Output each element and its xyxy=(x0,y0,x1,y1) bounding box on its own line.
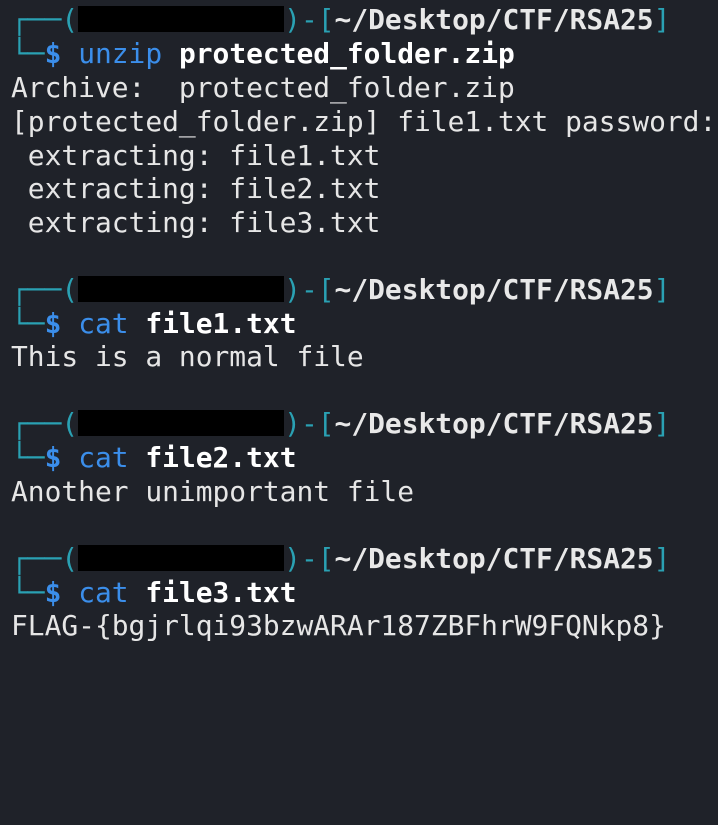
prompt-frame-top: ┌──( xyxy=(11,407,79,440)
prompt-frame-mid: )-[ xyxy=(284,542,335,575)
prompt-header: ┌──( )-[~/Desktop/CTF/RSA25] xyxy=(11,273,670,307)
prompt-dollar: $ xyxy=(44,441,79,474)
prompt-frame-bottom: └─ xyxy=(11,576,45,609)
prompt-frame-bottom: └─ xyxy=(11,37,45,70)
output-line: extracting: file3.txt xyxy=(11,206,381,239)
prompt-frame-end: ] xyxy=(653,542,671,575)
output-line: [protected_folder.zip] file1.txt passwor… xyxy=(11,105,717,138)
prompt-path: ~/Desktop/CTF/RSA25 xyxy=(334,273,654,306)
redacted-user-host xyxy=(78,276,285,302)
command-name: cat xyxy=(78,441,129,474)
prompt-frame-top: ┌──( xyxy=(11,3,79,36)
command-argument: file1.txt xyxy=(145,307,297,340)
command-argument: file2.txt xyxy=(145,441,297,474)
prompt-path: ~/Desktop/CTF/RSA25 xyxy=(334,407,654,440)
terminal-window[interactable]: ┌──()-[~/Desktop/CTF/RSA25] └─$ unzip pr… xyxy=(0,0,718,657)
prompt-header: ┌──( )-[~/Desktop/CTF/RSA25] xyxy=(11,407,670,441)
command-name: cat xyxy=(78,576,129,609)
command-name: cat xyxy=(78,307,129,340)
command-line: └─$ unzip protected_folder.zip xyxy=(11,37,515,71)
prompt-path: ~/Desktop/CTF/RSA25 xyxy=(334,542,654,575)
output-line: Another unimportant file xyxy=(11,475,414,508)
prompt-frame-end: ] xyxy=(653,407,671,440)
redacted-user-host xyxy=(78,410,285,436)
command-name: unzip xyxy=(78,37,163,70)
prompt-frame-mid: )-[ xyxy=(284,3,335,36)
prompt-frame-top: ┌──( xyxy=(11,542,79,575)
command-line: └─$ cat file2.txt xyxy=(11,441,296,475)
command-line: └─$ cat file1.txt xyxy=(11,307,296,341)
command-argument: protected_folder.zip xyxy=(178,37,515,70)
prompt-dollar: $ xyxy=(44,307,79,340)
prompt-frame-mid: )-[ xyxy=(284,273,335,306)
prompt-dollar: $ xyxy=(44,576,79,609)
output-line: Archive: protected_folder.zip xyxy=(11,71,515,104)
command-line: └─$ cat file3.txt xyxy=(11,576,296,610)
prompt-header: ┌──( )-[~/Desktop/CTF/RSA25] xyxy=(11,542,670,576)
redacted-user-host xyxy=(78,6,285,32)
prompt-frame-bottom: └─ xyxy=(11,307,45,340)
prompt-frame-top: ┌──( xyxy=(11,273,79,306)
prompt-header: ┌──( )-[~/Desktop/CTF/RSA25] xyxy=(11,3,670,37)
prompt-frame-end: ] xyxy=(653,3,671,36)
prompt-frame-mid: )-[ xyxy=(284,407,335,440)
output-line: extracting: file2.txt xyxy=(11,172,381,205)
prompt-frame-end: ] xyxy=(653,273,671,306)
prompt-dollar: $ xyxy=(44,37,79,70)
prompt-frame-bottom: └─ xyxy=(11,441,45,474)
output-line: extracting: file1.txt xyxy=(11,139,381,172)
output-line: FLAG-{bgjrlqi93bzwARAr187ZBFhrW9FQNkp8} xyxy=(11,609,666,642)
command-argument: file3.txt xyxy=(145,576,297,609)
output-line: This is a normal file xyxy=(11,340,364,373)
prompt-path: ~/Desktop/CTF/RSA25 xyxy=(334,3,654,36)
redacted-user-host xyxy=(78,545,285,571)
